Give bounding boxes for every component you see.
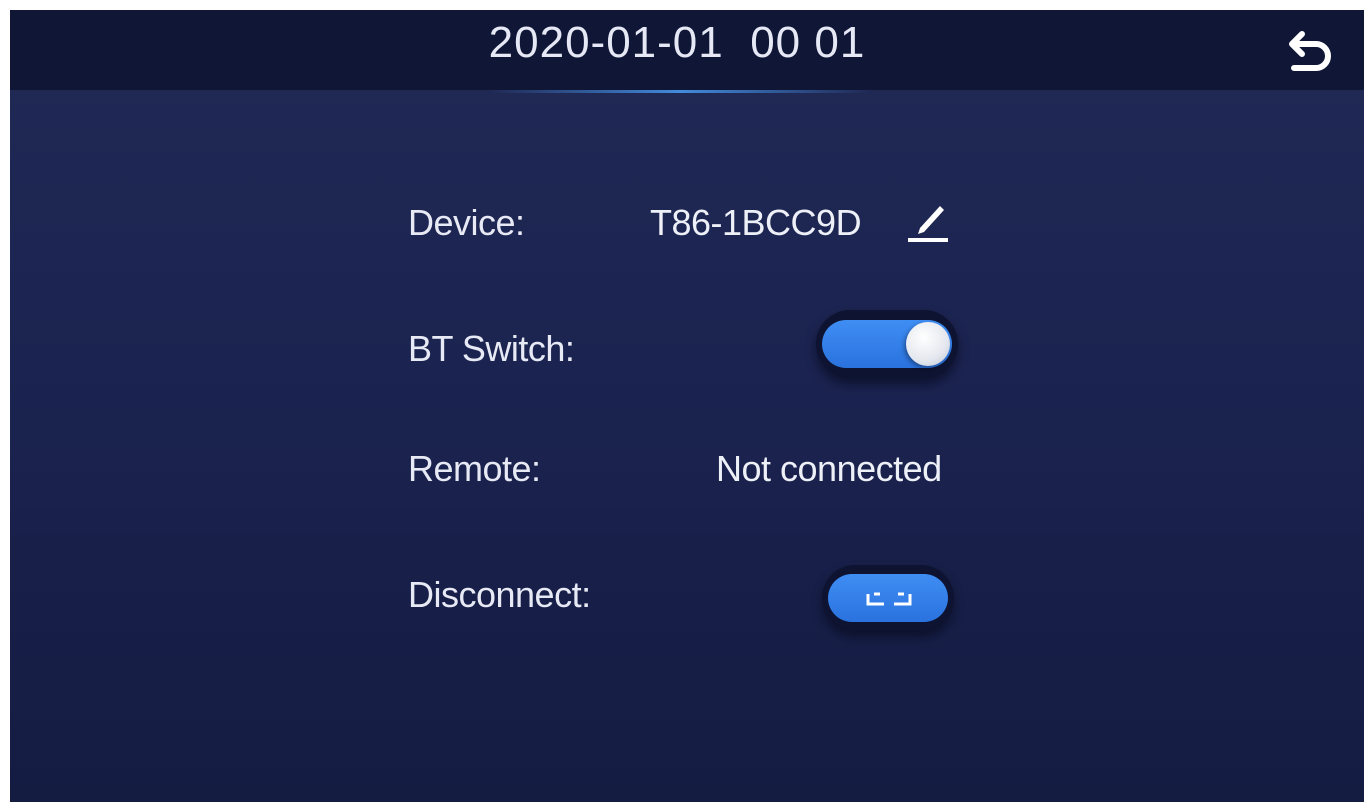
header-bar: 2020-01-01 00 01 [10,10,1364,90]
header-divider [490,90,870,93]
remote-status-value: Not connected [716,448,942,489]
edit-device-name-button[interactable] [906,196,952,244]
disconnect-label: Disconnect: [408,574,591,615]
device-label: Device: [408,202,525,243]
bt-switch-toggle[interactable] [816,310,958,378]
bt-switch-label: BT Switch: [408,328,575,369]
unlink-icon [866,588,912,608]
back-button[interactable] [1282,24,1336,78]
back-arrow-icon [1289,31,1331,71]
toggle-knob [906,322,950,366]
device-name-value: T86-1BCC9D [650,202,862,243]
bluetooth-settings-screen: 2020-01-01 00 01 Device: T86-1BCC9D BT S… [10,10,1364,802]
datetime-display: 2020-01-01 00 01 [488,18,866,67]
remote-label: Remote: [408,448,541,489]
disconnect-button-face [828,574,948,622]
pencil-icon [908,206,948,242]
toggle-track [822,320,952,368]
disconnect-button[interactable] [822,565,954,631]
